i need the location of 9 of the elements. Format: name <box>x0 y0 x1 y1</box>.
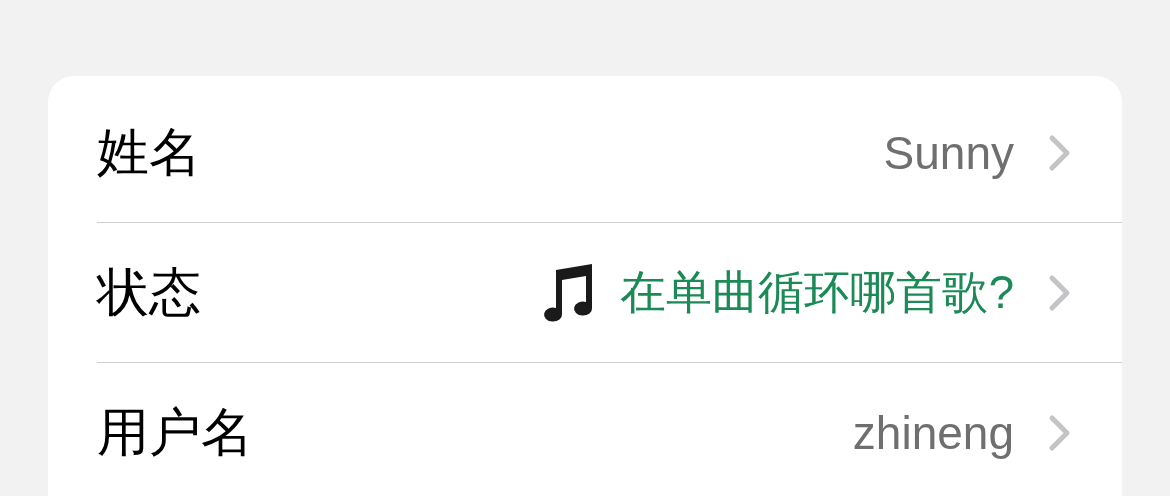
row-label: 状态 <box>97 261 201 323</box>
status-value[interactable]: 在单曲循环哪首歌? <box>620 261 1014 324</box>
row-label: 用户名 <box>97 402 253 463</box>
chevron-right-icon <box>1048 133 1072 172</box>
row-value[interactable]: zhineng <box>852 406 1014 460</box>
chevron-right-icon <box>1048 414 1072 452</box>
row-label: 姓名 <box>97 121 201 183</box>
row-value[interactable]: Sunny <box>883 125 1014 180</box>
chevron-right-icon <box>1048 273 1072 312</box>
